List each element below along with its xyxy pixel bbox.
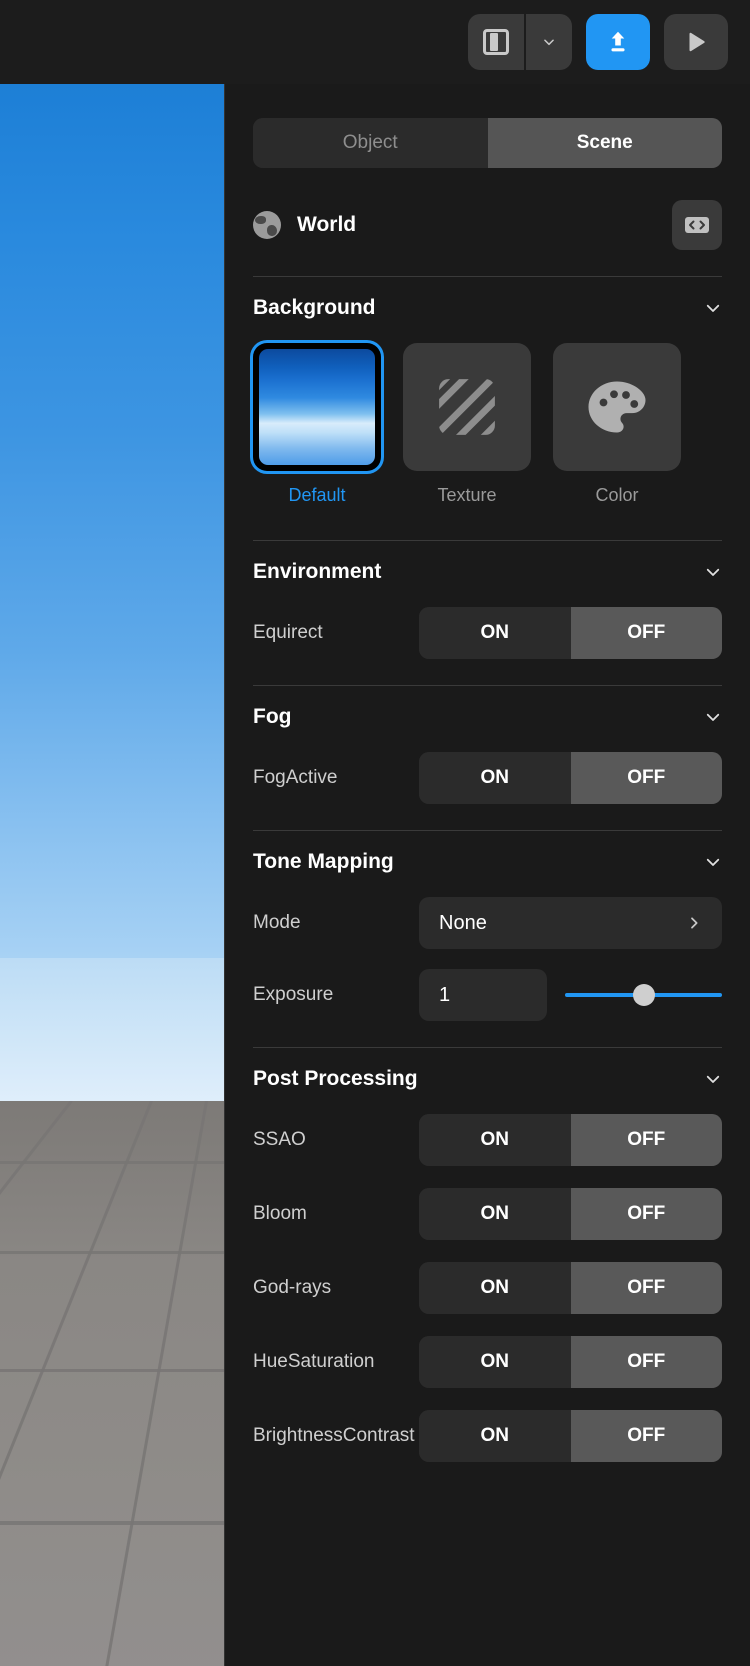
row-fogactive: FogActive ON OFF: [253, 748, 722, 808]
app-window: Object Scene World Background: [0, 0, 750, 1666]
background-option-label: Default: [288, 485, 345, 506]
row-bloom: Bloom ON OFF: [253, 1184, 722, 1244]
equirect-toggle: ON OFF: [419, 607, 722, 659]
row-label: Mode: [253, 912, 419, 934]
tonemapping-mode-value: None: [439, 912, 487, 935]
color-thumb: [553, 343, 681, 471]
inspector-tab-bar: Object Scene: [253, 118, 722, 168]
exposure-slider[interactable]: [565, 969, 722, 1021]
sky-gradient-preview: [259, 349, 375, 465]
chevron-down-icon[interactable]: [704, 708, 722, 726]
chevron-down-icon[interactable]: [704, 853, 722, 871]
world-row: World: [253, 196, 722, 254]
world-name-label: World: [297, 213, 356, 237]
equirect-on-option[interactable]: ON: [419, 607, 571, 659]
world-identity: World: [253, 211, 356, 239]
tab-object[interactable]: Object: [253, 118, 488, 168]
fogactive-on-option[interactable]: ON: [419, 752, 571, 804]
inspector-panel: Object Scene World Background: [225, 84, 750, 1666]
panel-options-dropdown-button[interactable]: [526, 14, 572, 70]
panel-layout-icon: [483, 29, 509, 55]
background-option-texture[interactable]: Texture: [403, 343, 531, 506]
ssao-toggle: ON OFF: [419, 1114, 722, 1166]
fogactive-toggle: ON OFF: [419, 752, 722, 804]
code-icon: [684, 214, 710, 236]
section-title-tone-mapping: Tone Mapping: [253, 850, 394, 874]
row-label: FogActive: [253, 767, 419, 789]
section-header-post-processing[interactable]: Post Processing: [253, 1048, 722, 1110]
row-tonemapping-mode: Mode None: [253, 893, 722, 953]
brightnesscontrast-toggle: ON OFF: [419, 1410, 722, 1462]
viewport-horizon: [0, 958, 225, 1101]
bloom-on-option[interactable]: ON: [419, 1188, 571, 1240]
row-equirect: Equirect ON OFF: [253, 603, 722, 663]
section-header-tone-mapping[interactable]: Tone Mapping: [253, 831, 722, 893]
equirect-off-option[interactable]: OFF: [571, 607, 723, 659]
exposure-slider-thumb[interactable]: [633, 984, 655, 1006]
row-label: God-rays: [253, 1277, 419, 1299]
chevron-down-icon[interactable]: [704, 1070, 722, 1088]
row-ssao: SSAO ON OFF: [253, 1110, 722, 1170]
upload-icon: [604, 28, 632, 56]
row-brightnesscontrast: BrightnessContrast ON OFF: [253, 1406, 722, 1466]
row-label: HueSaturation: [253, 1351, 419, 1373]
row-label: Equirect: [253, 622, 419, 644]
section-header-fog[interactable]: Fog: [253, 686, 722, 748]
brightnesscontrast-off-option[interactable]: OFF: [571, 1410, 723, 1462]
god-rays-on-option[interactable]: ON: [419, 1262, 571, 1314]
play-icon: [683, 28, 709, 56]
god-rays-off-option[interactable]: OFF: [571, 1262, 723, 1314]
god-rays-toggle: ON OFF: [419, 1262, 722, 1314]
huesaturation-toggle: ON OFF: [419, 1336, 722, 1388]
row-label: Bloom: [253, 1203, 419, 1225]
chevron-right-icon: [686, 915, 702, 931]
section-title-post-processing: Post Processing: [253, 1067, 418, 1091]
chevron-down-icon[interactable]: [704, 299, 722, 317]
section-title-fog: Fog: [253, 705, 291, 729]
bloom-toggle: ON OFF: [419, 1188, 722, 1240]
view-code-button[interactable]: [672, 200, 722, 250]
hatch-square-icon: [436, 376, 498, 438]
huesaturation-on-option[interactable]: ON: [419, 1336, 571, 1388]
palette-icon: [584, 377, 650, 437]
chevron-down-icon: [542, 35, 556, 49]
top-toolbar: [0, 0, 750, 84]
ssao-on-option[interactable]: ON: [419, 1114, 571, 1166]
exposure-input[interactable]: 1: [419, 969, 547, 1021]
section-header-environment[interactable]: Environment: [253, 541, 722, 603]
play-button[interactable]: [664, 14, 728, 70]
tonemapping-mode-select[interactable]: None: [419, 897, 722, 949]
fogactive-off-option[interactable]: OFF: [571, 752, 723, 804]
section-title-environment: Environment: [253, 560, 381, 584]
viewport-ground-grid: [0, 1101, 225, 1666]
section-header-background[interactable]: Background: [253, 277, 722, 339]
viewport-3d[interactable]: [0, 84, 225, 1666]
ssao-off-option[interactable]: OFF: [571, 1114, 723, 1166]
globe-icon: [253, 211, 281, 239]
huesaturation-off-option[interactable]: OFF: [571, 1336, 723, 1388]
row-huesaturation: HueSaturation ON OFF: [253, 1332, 722, 1392]
row-label: SSAO: [253, 1129, 419, 1151]
chevron-down-icon[interactable]: [704, 563, 722, 581]
row-label: Exposure: [253, 984, 419, 1006]
background-option-label: Color: [595, 485, 638, 506]
sky-gradient-thumb: [253, 343, 381, 471]
background-option-color[interactable]: Color: [553, 343, 681, 506]
section-title-background: Background: [253, 296, 376, 320]
background-option-label: Texture: [437, 485, 496, 506]
background-option-default[interactable]: Default: [253, 343, 381, 506]
row-label: BrightnessContrast: [253, 1425, 419, 1447]
viewport-sky: [0, 84, 225, 958]
panel-layout-button[interactable]: [468, 14, 524, 70]
panel-toggle-group: [468, 14, 572, 70]
row-exposure: Exposure 1: [253, 965, 722, 1025]
brightnesscontrast-on-option[interactable]: ON: [419, 1410, 571, 1462]
bloom-off-option[interactable]: OFF: [571, 1188, 723, 1240]
background-option-list: Default: [253, 343, 722, 506]
texture-thumb: [403, 343, 531, 471]
row-god-rays: God-rays ON OFF: [253, 1258, 722, 1318]
tab-scene[interactable]: Scene: [488, 118, 723, 168]
publish-button[interactable]: [586, 14, 650, 70]
